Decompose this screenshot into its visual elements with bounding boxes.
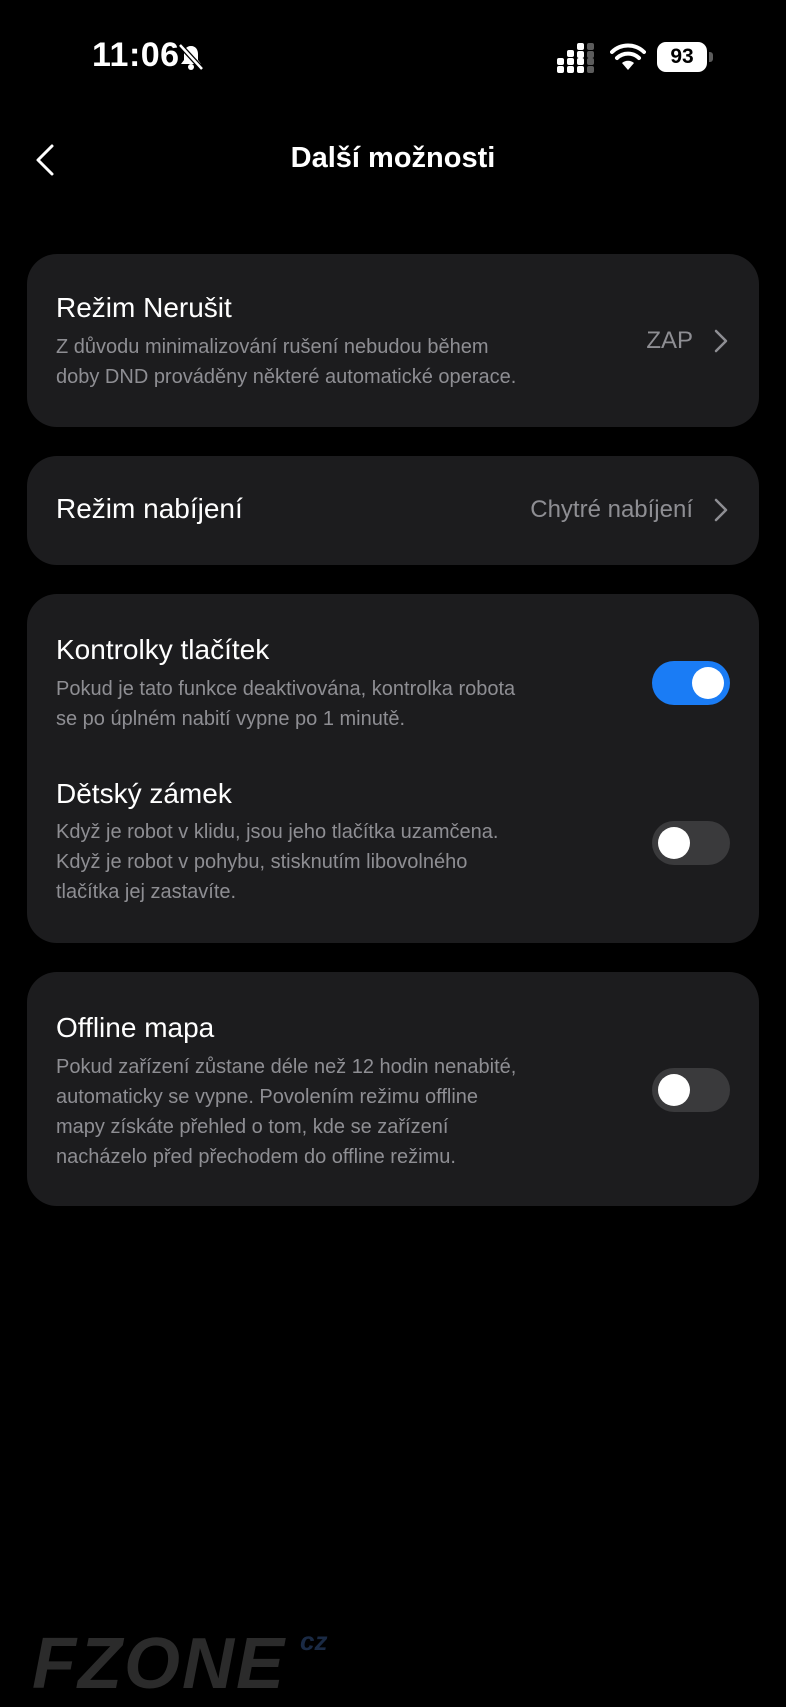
svg-text:FZONE: FZONE — [32, 1624, 286, 1700]
button-lights-description-line: Pokud je tato funkce deaktivována, kontr… — [56, 678, 516, 700]
bell-slash-icon — [178, 43, 204, 71]
battery-cap — [709, 52, 713, 62]
page-title: Další možnosti — [290, 142, 496, 174]
offline-map-toggle[interactable] — [652, 1068, 730, 1112]
charging-title: Režim nabíjení — [56, 493, 243, 524]
button-lights-toggle[interactable] — [652, 661, 730, 705]
offline-map-description-line: automaticky se vypne. Povolením režimu o… — [56, 1086, 479, 1108]
offline-map-title: Offline mapa — [56, 1012, 215, 1043]
dnd-description-line: doby DND prováděny některé automatické o… — [56, 366, 517, 388]
svg-text:cz: cz — [300, 1626, 327, 1656]
charging-row[interactable]: Režim nabíjení Chytré nabíjení — [27, 456, 759, 565]
controls-card: Kontrolky tlačítek Pokud je tato funkce … — [27, 594, 759, 943]
fzone-logo: FZONE cz — [32, 1624, 327, 1700]
button-lights-row: Kontrolky tlačítek Pokud je tato funkce … — [27, 594, 759, 744]
child-lock-row: Dětský zámek Když je robot v klidu, jsou… — [27, 744, 759, 943]
child-lock-description-line: Když je robot v klidu, jsou jeho tlačítk… — [56, 821, 499, 843]
offline-map-description-line: mapy získáte přehled o tom, kde se zaříz… — [56, 1116, 449, 1138]
offline-map-card: Offline mapa Pokud zařízení zůstane déle… — [27, 972, 759, 1206]
cellular-signal-icon — [557, 43, 594, 73]
child-lock-description-line: Když je robot v pohybu, stisknutím libov… — [56, 851, 468, 873]
nav-header: Další možnosti — [0, 120, 786, 200]
offline-map-row: Offline mapa Pokud zařízení zůstane déle… — [27, 972, 759, 1206]
dnd-description: Z důvodu minimalizování rušení nebudou b… — [56, 332, 616, 392]
toggle-knob — [658, 1074, 690, 1106]
child-lock-title: Dětský zámek — [56, 778, 232, 809]
chevron-right-icon — [714, 498, 728, 522]
offline-map-description-line: nacházelo před přechodem do offline reži… — [56, 1146, 456, 1168]
child-lock-toggle[interactable] — [652, 821, 730, 865]
button-lights-description: Pokud je tato funkce deaktivována, kontr… — [56, 674, 616, 734]
dnd-description-line: Z důvodu minimalizování rušení nebudou b… — [56, 336, 489, 358]
toggle-knob — [692, 667, 724, 699]
child-lock-description: Když je robot v klidu, jsou jeho tlačítk… — [56, 817, 616, 907]
offline-map-description-line: Pokud zařízení zůstane déle než 12 hodin… — [56, 1056, 517, 1078]
charging-card: Režim nabíjení Chytré nabíjení — [27, 456, 759, 565]
status-bar: 11:06 93 — [0, 0, 786, 110]
charging-value: Chytré nabíjení — [530, 496, 693, 523]
chevron-right-icon — [714, 329, 728, 353]
status-time: 11:06 — [92, 36, 180, 74]
child-lock-description-line: tlačítka jej zastavíte. — [56, 881, 237, 903]
button-lights-title: Kontrolky tlačítek — [56, 634, 270, 665]
wifi-icon — [610, 43, 646, 70]
dnd-card: Režim Nerušit Z důvodu minimalizování ru… — [27, 254, 759, 427]
dnd-value: ZAP — [646, 327, 693, 354]
toggle-knob — [658, 827, 690, 859]
battery-indicator: 93 — [657, 42, 715, 72]
offline-map-description: Pokud zařízení zůstane déle než 12 hodin… — [56, 1052, 616, 1172]
button-lights-description-line: se po úplném nabití vypne po 1 minutě. — [56, 708, 406, 730]
battery-level: 93 — [657, 42, 707, 72]
dnd-title: Režim Nerušit — [56, 292, 232, 323]
dnd-row[interactable]: Režim Nerušit Z důvodu minimalizování ru… — [27, 254, 759, 427]
